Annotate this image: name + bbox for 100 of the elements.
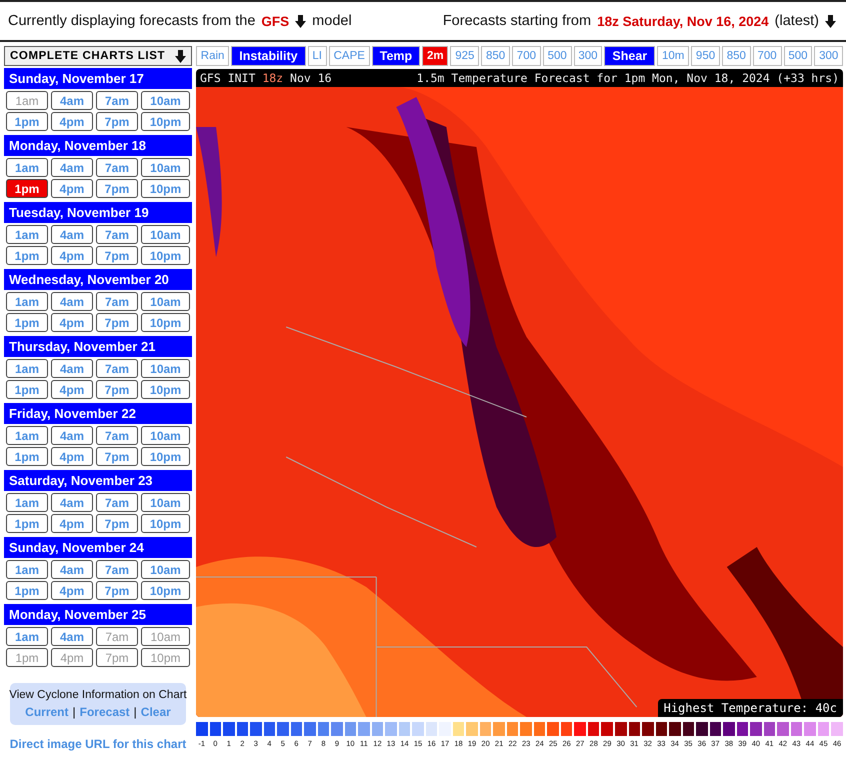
time-button[interactable]: 1pm: [6, 246, 48, 265]
time-button[interactable]: 10pm: [141, 112, 190, 131]
time-button[interactable]: 7pm: [96, 581, 138, 600]
cyclone-link[interactable]: Current: [25, 705, 69, 719]
chart-tab[interactable]: 300: [814, 46, 844, 66]
time-button[interactable]: 7am: [96, 225, 138, 244]
time-button[interactable]: 1am: [6, 292, 48, 311]
time-button[interactable]: 10pm: [141, 313, 190, 332]
chart-tab[interactable]: 700: [752, 46, 782, 66]
time-button[interactable]: 4pm: [51, 246, 93, 265]
time-button[interactable]: 10pm: [141, 514, 190, 533]
time-button[interactable]: 10pm: [141, 380, 190, 399]
time-button[interactable]: 4am: [51, 359, 93, 378]
time-button[interactable]: 7am: [96, 560, 138, 579]
chart-tab[interactable]: 850: [722, 46, 751, 66]
forecast-start[interactable]: 18z Saturday, Nov 16, 2024: [597, 14, 769, 28]
chart-tab[interactable]: 950: [691, 46, 720, 66]
time-button[interactable]: 7pm: [96, 447, 138, 466]
time-button[interactable]: 4pm: [51, 313, 93, 332]
time-button[interactable]: 1pm: [6, 112, 48, 131]
time-button[interactable]: 1am: [6, 560, 48, 579]
header-text: model: [312, 13, 352, 29]
chart-tab[interactable]: 925: [450, 46, 480, 66]
time-button[interactable]: 10am: [141, 225, 190, 244]
time-button[interactable]: 4am: [51, 426, 93, 445]
time-button[interactable]: 1pm: [6, 313, 48, 332]
model-name[interactable]: GFS: [261, 14, 290, 28]
time-button[interactable]: 1am: [6, 158, 48, 177]
header-text: (latest): [774, 13, 819, 29]
image-url-link[interactable]: Direct image URL for this chart: [10, 737, 186, 751]
day-heading: Sunday, November 24: [4, 537, 192, 558]
time-button[interactable]: 1am: [6, 359, 48, 378]
time-button[interactable]: 7pm: [96, 246, 138, 265]
time-button[interactable]: 7pm: [96, 514, 138, 533]
time-button[interactable]: 4pm: [51, 179, 93, 198]
time-button[interactable]: 1am: [6, 426, 48, 445]
time-button[interactable]: 10am: [141, 158, 190, 177]
time-button[interactable]: 10am: [141, 292, 190, 311]
time-button[interactable]: 10pm: [141, 581, 190, 600]
separator: |: [72, 705, 76, 719]
time-button[interactable]: 4pm: [51, 447, 93, 466]
chart-title: 1.5m Temperature Forecast for 1pm Mon, Nov 18, 2024 (+33 hrs): [416, 71, 839, 85]
time-button[interactable]: 4pm: [51, 380, 93, 399]
time-button[interactable]: 1pm: [6, 581, 48, 600]
time-button[interactable]: 1pm: [6, 514, 48, 533]
category-tab[interactable]: Shear: [604, 46, 656, 66]
category-tab[interactable]: Temp: [372, 46, 420, 66]
time-button[interactable]: 7pm: [96, 380, 138, 399]
time-button[interactable]: 1pm: [6, 447, 48, 466]
chart-tab[interactable]: LI: [308, 46, 327, 66]
time-button[interactable]: 7pm: [96, 313, 138, 332]
time-button[interactable]: 10pm: [141, 447, 190, 466]
time-button[interactable]: 7am: [96, 359, 138, 378]
time-button[interactable]: 10am: [141, 426, 190, 445]
separator: |: [134, 705, 137, 719]
time-button[interactable]: 4am: [51, 627, 93, 646]
chart-tab[interactable]: 300: [574, 46, 602, 66]
day-heading: Thursday, November 21: [4, 336, 192, 357]
time-button[interactable]: 4pm: [51, 581, 93, 600]
chart-tab[interactable]: 500: [542, 46, 572, 66]
chart-tab[interactable]: 10m: [657, 46, 690, 66]
chart-tab[interactable]: 850: [481, 46, 510, 66]
time-button[interactable]: 4am: [51, 158, 93, 177]
time-button[interactable]: 10pm: [141, 246, 190, 265]
time-button[interactable]: 4am: [51, 560, 93, 579]
time-button[interactable]: 4pm: [51, 112, 93, 131]
time-button[interactable]: 7am: [96, 426, 138, 445]
time-button[interactable]: 4am: [51, 225, 93, 244]
time-button[interactable]: 4am: [51, 493, 93, 512]
time-button[interactable]: 10am: [141, 560, 190, 579]
time-button[interactable]: 10am: [141, 91, 190, 110]
category-tab[interactable]: Instability: [231, 46, 306, 66]
chart-tab[interactable]: 700: [512, 46, 541, 66]
chart-tab[interactable]: CAPE: [328, 46, 370, 66]
time-button[interactable]: 10am: [141, 493, 190, 512]
time-button[interactable]: 7am: [96, 158, 138, 177]
time-button[interactable]: 10pm: [141, 179, 190, 198]
time-button[interactable]: 4am: [51, 91, 93, 110]
charts-list-button[interactable]: COMPLETE CHARTS LIST: [4, 46, 192, 66]
header-text: Currently displaying forecasts from the: [8, 13, 256, 29]
time-button[interactable]: 7pm: [96, 179, 138, 198]
chart-tab[interactable]: Rain: [196, 46, 230, 66]
time-button[interactable]: 7pm: [96, 112, 138, 131]
cyclone-link[interactable]: Forecast: [80, 705, 130, 719]
time-button[interactable]: 1am: [6, 493, 48, 512]
time-button[interactable]: 4am: [51, 292, 93, 311]
cyclone-title: View Cyclone Information on Chart: [9, 689, 187, 701]
time-button[interactable]: 7am: [96, 493, 138, 512]
time-button[interactable]: 7am: [96, 292, 138, 311]
time-button[interactable]: 1am: [6, 225, 48, 244]
time-button[interactable]: 7am: [96, 91, 138, 110]
time-button[interactable]: 1pm: [6, 380, 48, 399]
time-button[interactable]: 10am: [141, 359, 190, 378]
time-button[interactable]: 1pm: [6, 179, 48, 198]
chart-tab[interactable]: 500: [784, 46, 812, 66]
cyclone-link[interactable]: Clear: [140, 705, 171, 719]
down-arrow-icon: [825, 14, 836, 28]
time-button[interactable]: 4pm: [51, 514, 93, 533]
chart-tab[interactable]: 2m: [422, 46, 448, 66]
time-button[interactable]: 1am: [6, 627, 48, 646]
